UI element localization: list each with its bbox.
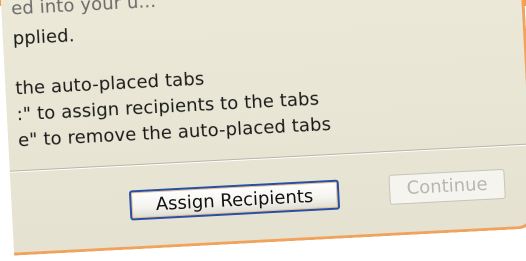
separator: [9, 143, 526, 172]
instruction-line-2: pplied.: [12, 25, 76, 50]
instruction-line-3: the auto-placed tabs: [14, 68, 205, 100]
continue-button[interactable]: Continue: [388, 168, 506, 205]
assign-recipients-button[interactable]: Assign Recipients: [128, 179, 341, 221]
dialog-window: ed into your u... pplied. the auto-place…: [0, 0, 526, 256]
instruction-line-1: ed into your u...: [10, 0, 157, 20]
screenshot-frame: ed into your u... pplied. the auto-place…: [0, 0, 526, 261]
